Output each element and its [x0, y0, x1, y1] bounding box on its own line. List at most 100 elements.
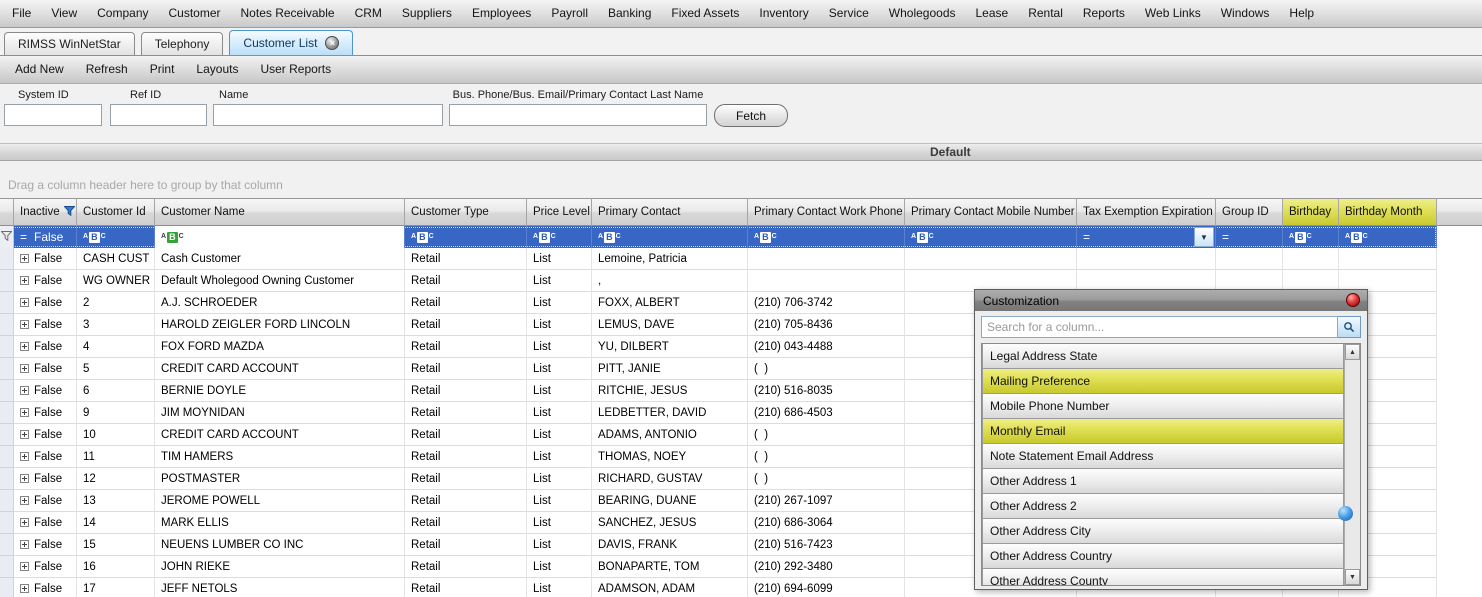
cell-customer-name[interactable]: MARK ELLIS — [155, 512, 405, 534]
cell-primary-contact-work-phone[interactable]: (210) 516-7423 — [748, 534, 905, 556]
cell-customer-name[interactable]: POSTMASTER — [155, 468, 405, 490]
bus-phone-bus-email-primary-contact-last-name-input[interactable] — [449, 104, 707, 126]
cell-inactive[interactable]: False — [14, 512, 77, 534]
cell-primary-contact-work-phone[interactable]: (210) 267-1097 — [748, 490, 905, 512]
cell-price-level[interactable]: List — [527, 336, 592, 358]
cell-customer-type[interactable]: Retail — [405, 380, 527, 402]
expand-icon[interactable] — [20, 386, 29, 395]
search-button[interactable] — [1338, 316, 1361, 338]
filter-cell-birthday-month[interactable]: ABC — [1339, 226, 1437, 248]
expand-icon[interactable] — [20, 452, 29, 461]
column-header-birthday-month[interactable]: Birthday Month — [1339, 198, 1437, 226]
scrollbar[interactable]: ▲ ▼ — [1344, 344, 1360, 585]
fetch-button[interactable]: Fetch — [714, 104, 788, 127]
cell-customer-name[interactable]: Default Wholegood Owning Customer — [155, 270, 405, 292]
cell-customer-name[interactable]: JIM MOYNIDAN — [155, 402, 405, 424]
column-search-input[interactable] — [981, 316, 1338, 338]
cell-inactive[interactable]: False — [14, 402, 77, 424]
cell-price-level[interactable]: List — [527, 314, 592, 336]
customization-item-mailing-preference[interactable]: Mailing Preference — [982, 368, 1344, 394]
cell-inactive[interactable]: False — [14, 292, 77, 314]
row-indicator[interactable] — [0, 248, 14, 270]
filter-applied-icon[interactable] — [63, 205, 76, 219]
cell-customer-id[interactable]: 9 — [77, 402, 155, 424]
cell-customer-type[interactable]: Retail — [405, 336, 527, 358]
menu-item-help[interactable]: Help — [1279, 0, 1324, 27]
row-indicator[interactable] — [0, 512, 14, 534]
expand-icon[interactable] — [20, 320, 29, 329]
cell-primary-contact-work-phone[interactable]: (210) 706-3742 — [748, 292, 905, 314]
expand-icon[interactable] — [20, 540, 29, 549]
filter-cell-price-level[interactable]: ABC — [527, 226, 592, 248]
cell-customer-id[interactable]: 10 — [77, 424, 155, 446]
cell-customer-name[interactable]: JEFF NETOLS — [155, 578, 405, 597]
cell-price-level[interactable]: List — [527, 490, 592, 512]
menu-item-suppliers[interactable]: Suppliers — [392, 0, 462, 27]
row-indicator[interactable] — [0, 468, 14, 490]
cell-primary-contact-work-phone[interactable]: ( ) — [748, 446, 905, 468]
cell-price-level[interactable]: List — [527, 534, 592, 556]
cell-customer-type[interactable]: Retail — [405, 358, 527, 380]
row-indicator[interactable] — [0, 358, 14, 380]
cell-customer-name[interactable]: NEUENS LUMBER CO INC — [155, 534, 405, 556]
cell-customer-type[interactable]: Retail — [405, 292, 527, 314]
cell-primary-contact-work-phone[interactable] — [748, 270, 905, 292]
cell-primary-contact[interactable]: Lemoine, Patricia — [592, 248, 748, 270]
menu-item-customer[interactable]: Customer — [159, 0, 231, 27]
cell-primary-contact-work-phone[interactable]: (210) 694-6099 — [748, 578, 905, 597]
column-header-customer-id[interactable]: Customer Id — [77, 198, 155, 226]
cell-customer-name[interactable]: CREDIT CARD ACCOUNT — [155, 424, 405, 446]
customization-item-monthly-email[interactable]: Monthly Email — [982, 418, 1344, 444]
system-id-input[interactable] — [4, 104, 102, 126]
close-icon[interactable] — [1346, 293, 1360, 307]
row-indicator[interactable] — [0, 578, 14, 597]
filter-cell-group-id[interactable]: = — [1216, 226, 1283, 248]
customization-item-note-statement-email-address[interactable]: Note Statement Email Address — [982, 443, 1344, 469]
row-indicator[interactable] — [0, 490, 14, 512]
cell-customer-type[interactable]: Retail — [405, 556, 527, 578]
cell-inactive[interactable]: False — [14, 380, 77, 402]
cell-primary-contact-work-phone[interactable]: (210) 516-8035 — [748, 380, 905, 402]
cell-price-level[interactable]: List — [527, 446, 592, 468]
cell-customer-type[interactable]: Retail — [405, 534, 527, 556]
cell-price-level[interactable]: List — [527, 248, 592, 270]
cell-customer-name[interactable]: Cash Customer — [155, 248, 405, 270]
customization-item-other-address-city[interactable]: Other Address City — [982, 518, 1344, 544]
cell-inactive[interactable]: False — [14, 578, 77, 597]
cell-inactive[interactable]: False — [14, 490, 77, 512]
cell-inactive[interactable]: False — [14, 446, 77, 468]
column-header-primary-contact[interactable]: Primary Contact — [592, 198, 748, 226]
expand-icon[interactable] — [20, 298, 29, 307]
toolbar-item-add-new[interactable]: Add New — [4, 56, 75, 83]
cell-primary-contact[interactable]: ADAMSON, ADAM — [592, 578, 748, 597]
cell-customer-id[interactable]: 16 — [77, 556, 155, 578]
cell-customer-id[interactable]: 12 — [77, 468, 155, 490]
menu-item-inventory[interactable]: Inventory — [749, 0, 818, 27]
cell-birthday[interactable] — [1283, 248, 1339, 270]
cell-primary-contact[interactable]: LEMUS, DAVE — [592, 314, 748, 336]
cell-customer-type[interactable]: Retail — [405, 490, 527, 512]
menu-item-employees[interactable]: Employees — [462, 0, 541, 27]
expand-icon[interactable] — [20, 254, 29, 263]
cell-primary-contact[interactable]: THOMAS, NOEY — [592, 446, 748, 468]
menu-item-payroll[interactable]: Payroll — [541, 0, 598, 27]
scroll-down-icon[interactable]: ▼ — [1345, 569, 1360, 585]
toolbar-item-layouts[interactable]: Layouts — [185, 56, 249, 83]
cell-price-level[interactable]: List — [527, 556, 592, 578]
cell-primary-contact-work-phone[interactable]: ( ) — [748, 424, 905, 446]
cell-primary-contact-work-phone[interactable]: (210) 686-3064 — [748, 512, 905, 534]
menu-item-file[interactable]: File — [2, 0, 41, 27]
row-indicator[interactable] — [0, 380, 14, 402]
cell-primary-contact[interactable]: LEDBETTER, DAVID — [592, 402, 748, 424]
tab-telephony[interactable]: Telephony — [140, 32, 224, 55]
cell-price-level[interactable]: List — [527, 512, 592, 534]
cell-primary-contact[interactable]: FOXX, ALBERT — [592, 292, 748, 314]
menu-item-wholegoods[interactable]: Wholegoods — [879, 0, 966, 27]
menu-item-lease[interactable]: Lease — [966, 0, 1019, 27]
menu-item-service[interactable]: Service — [819, 0, 879, 27]
cell-customer-type[interactable]: Retail — [405, 578, 527, 597]
cell-primary-contact-work-phone[interactable]: (210) 705-8436 — [748, 314, 905, 336]
toolbar-item-refresh[interactable]: Refresh — [75, 56, 139, 83]
cell-customer-id[interactable]: 4 — [77, 336, 155, 358]
cell-customer-id[interactable]: 14 — [77, 512, 155, 534]
